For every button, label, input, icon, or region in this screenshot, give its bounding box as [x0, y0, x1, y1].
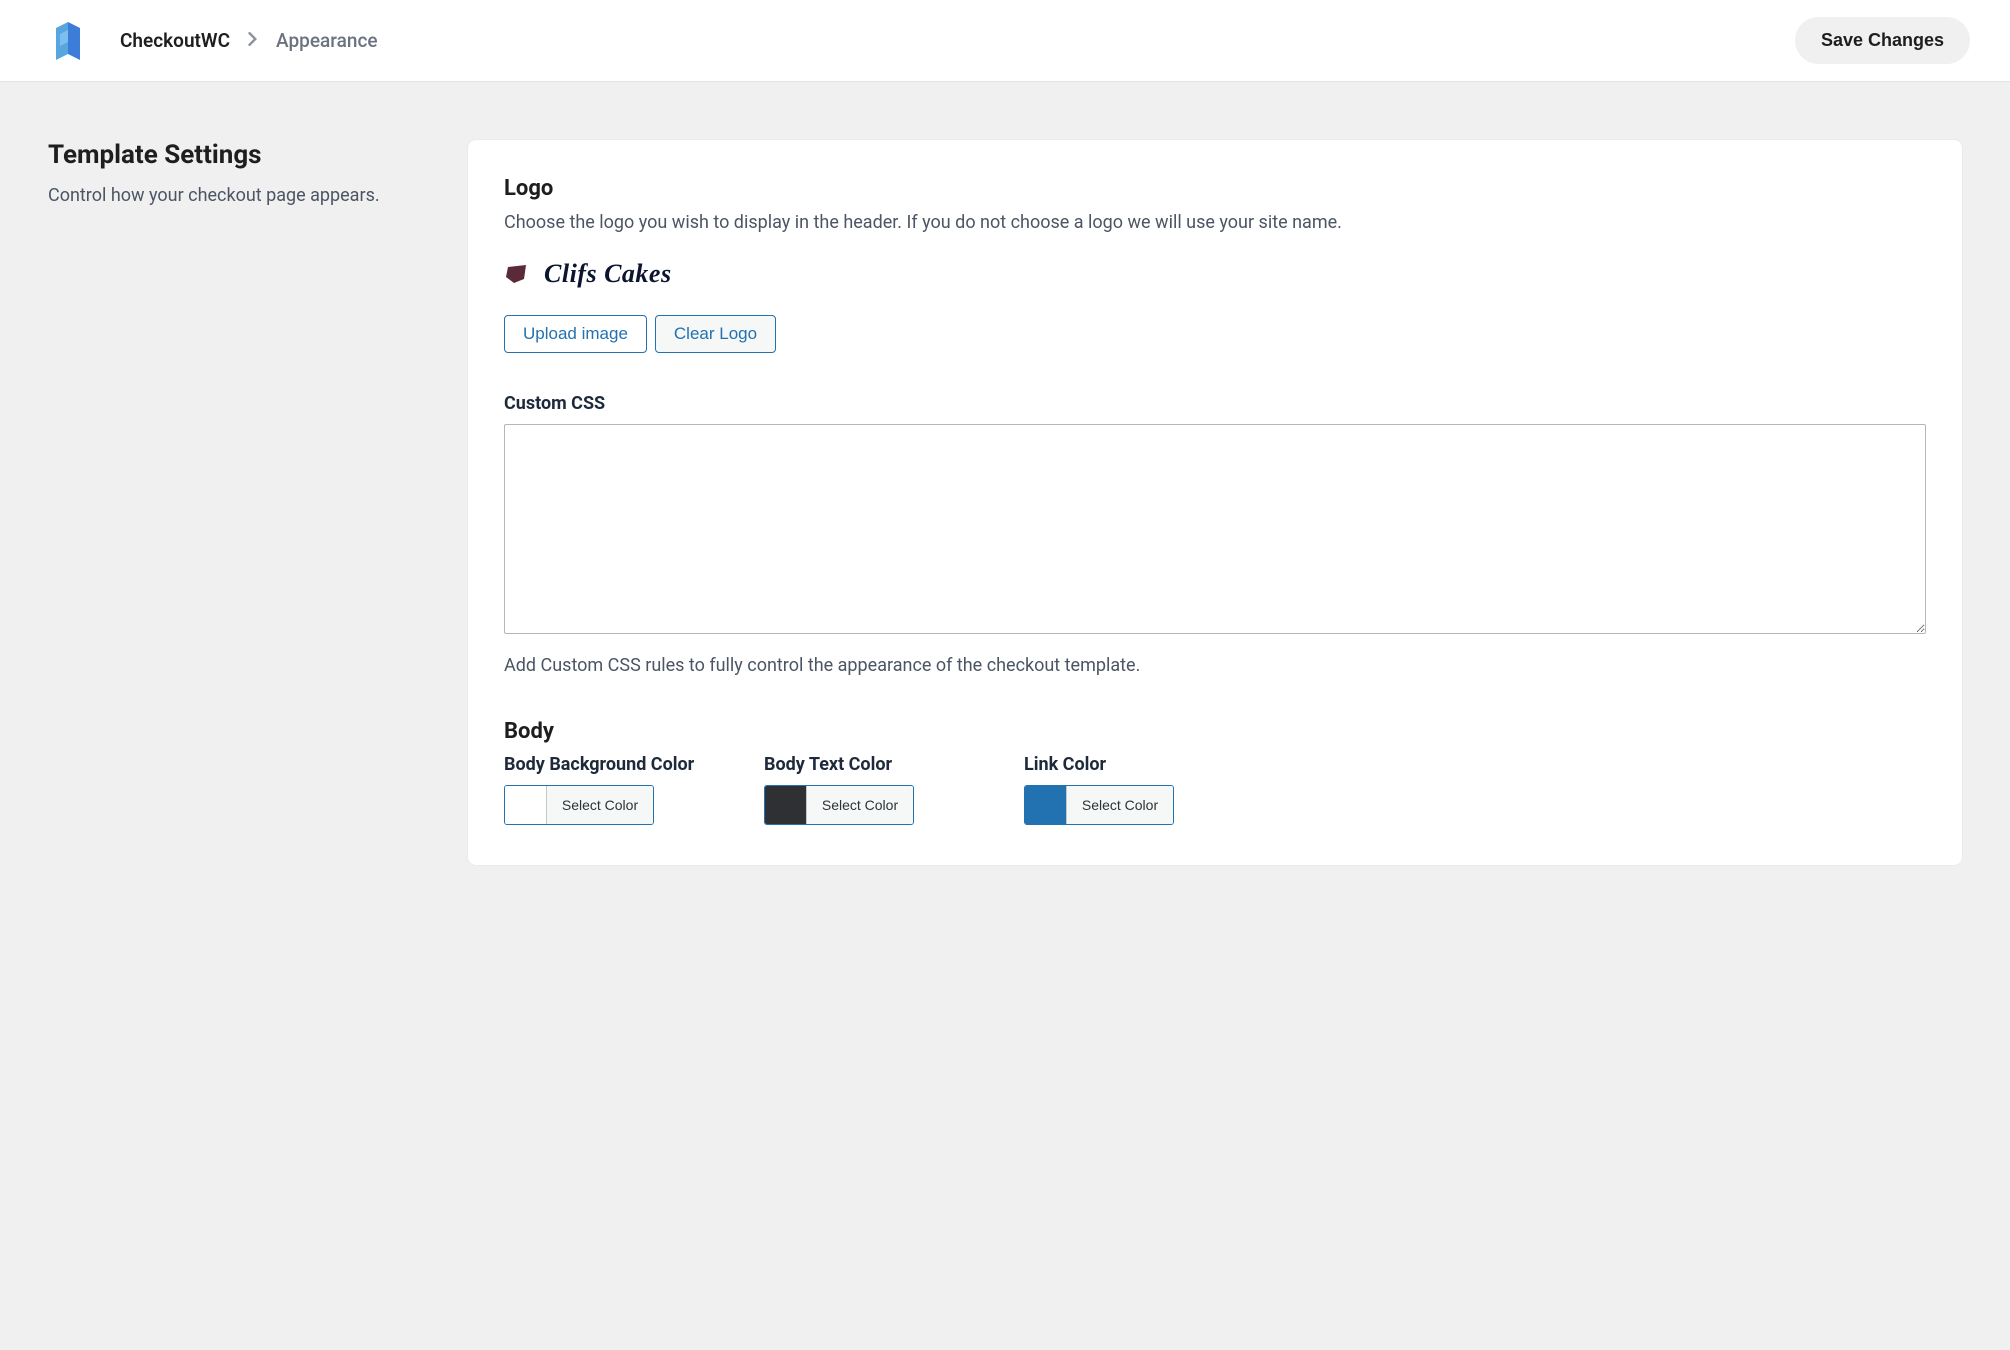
body-bg-color-picker[interactable]: Select Color — [504, 785, 654, 825]
body-text-color-col: Body Text Color Select Color — [764, 754, 964, 825]
logo-preview-text: Clifs Cakes — [544, 259, 672, 289]
body-section-title: Body — [504, 719, 1926, 744]
body-bg-color-label: Body Background Color — [504, 754, 704, 775]
color-swatch-icon — [505, 786, 547, 824]
page-description: Control how your checkout page appears. — [48, 182, 428, 209]
link-color-picker[interactable]: Select Color — [1024, 785, 1174, 825]
save-button[interactable]: Save Changes — [1795, 17, 1970, 64]
main-content: Template Settings Control how your check… — [0, 82, 2010, 923]
chevron-right-icon — [248, 32, 258, 50]
logo-mark-icon — [504, 261, 530, 287]
custom-css-label: Custom CSS — [504, 393, 1926, 414]
color-swatch-icon — [1025, 786, 1067, 824]
logo-button-row: Upload image Clear Logo — [504, 315, 1926, 353]
clear-logo-button[interactable]: Clear Logo — [655, 315, 776, 353]
body-bg-color-col: Body Background Color Select Color — [504, 754, 704, 825]
color-row: Body Background Color Select Color Body … — [504, 754, 1926, 825]
select-color-button[interactable]: Select Color — [1067, 786, 1173, 824]
app-logo-icon — [50, 16, 90, 66]
logo-section-desc: Choose the logo you wish to display in t… — [504, 209, 1926, 237]
select-color-button[interactable]: Select Color — [547, 786, 653, 824]
breadcrumb: CheckoutWC Appearance — [120, 29, 378, 52]
app-header: CheckoutWC Appearance Save Changes — [0, 0, 2010, 82]
header-left: CheckoutWC Appearance — [50, 16, 378, 66]
settings-card: Logo Choose the logo you wish to display… — [468, 140, 1962, 865]
color-swatch-icon — [765, 786, 807, 824]
page-title: Template Settings — [48, 140, 428, 170]
body-text-color-picker[interactable]: Select Color — [764, 785, 914, 825]
select-color-button[interactable]: Select Color — [807, 786, 913, 824]
link-color-col: Link Color Select Color — [1024, 754, 1224, 825]
custom-css-help: Add Custom CSS rules to fully control th… — [504, 652, 1926, 679]
breadcrumb-root[interactable]: CheckoutWC — [120, 29, 230, 52]
link-color-label: Link Color — [1024, 754, 1224, 775]
body-text-color-label: Body Text Color — [764, 754, 964, 775]
side-panel: Template Settings Control how your check… — [48, 140, 428, 865]
logo-section-title: Logo — [504, 176, 1926, 201]
logo-preview: Clifs Cakes — [504, 259, 1926, 289]
custom-css-textarea[interactable] — [504, 424, 1926, 634]
breadcrumb-current: Appearance — [276, 29, 378, 52]
upload-image-button[interactable]: Upload image — [504, 315, 647, 353]
